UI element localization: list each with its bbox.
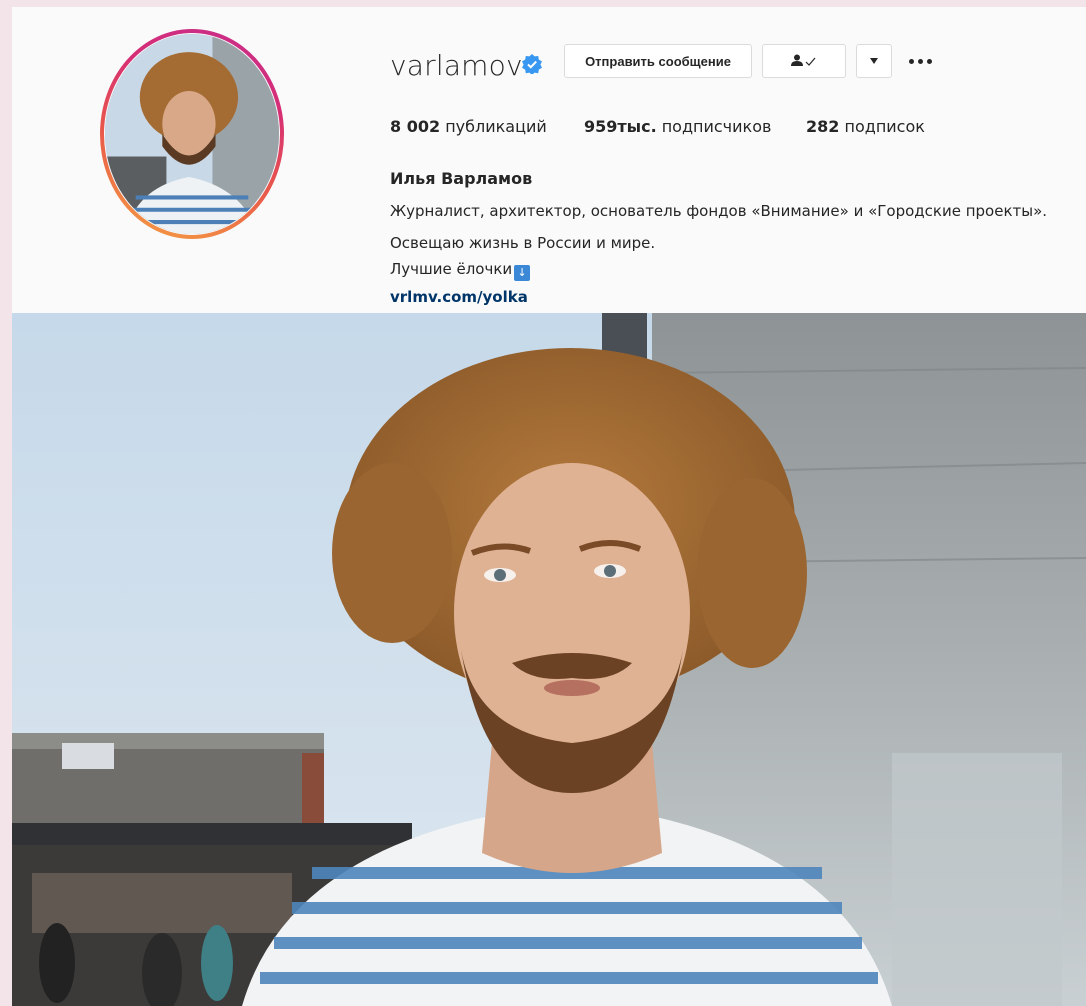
following-label: подписок: [844, 117, 925, 136]
followers-stat[interactable]: 959тыс. подписчиков: [584, 117, 771, 136]
portrait-image: [12, 313, 1086, 1006]
down-arrow-emoji-icon: ↓: [514, 265, 531, 281]
person-check-icon: [791, 54, 816, 66]
bio-line: Журналист, архитектор, основатель фондов…: [390, 202, 1048, 220]
avatar[interactable]: [105, 34, 279, 234]
following-stat[interactable]: 282 подписок: [806, 117, 925, 136]
username: varlamov: [390, 49, 523, 82]
profile-header: varlamov Отправить сообщение 8 002 публи…: [12, 7, 1086, 313]
bio-line-text: Лучшие ёлочки: [390, 260, 513, 278]
avatar-image: [105, 34, 279, 234]
verified-badge-icon: [522, 54, 542, 74]
profile-photo: [12, 313, 1086, 1006]
more-options-icon[interactable]: [909, 51, 937, 71]
send-message-button[interactable]: Отправить сообщение: [564, 44, 752, 78]
followers-label: подписчиков: [661, 117, 772, 136]
posts-count: 8 002: [390, 117, 441, 136]
posts-label: публикаций: [445, 117, 547, 136]
story-ring[interactable]: [100, 29, 284, 239]
bio-line: Освещаю жизнь в России и мире.: [390, 234, 656, 252]
profile-link[interactable]: vrlmv.com/yolka: [390, 288, 528, 306]
following-count: 282: [806, 117, 840, 136]
triangle-down-icon: [870, 58, 878, 64]
following-button[interactable]: [762, 44, 846, 78]
posts-stat[interactable]: 8 002 публикаций: [390, 117, 547, 136]
bio-line: Лучшие ёлочки ↓: [390, 260, 531, 281]
followers-count: 959тыс.: [584, 117, 657, 136]
suggestions-dropdown-button[interactable]: [856, 44, 892, 78]
full-name: Илья Варламов: [390, 169, 533, 188]
